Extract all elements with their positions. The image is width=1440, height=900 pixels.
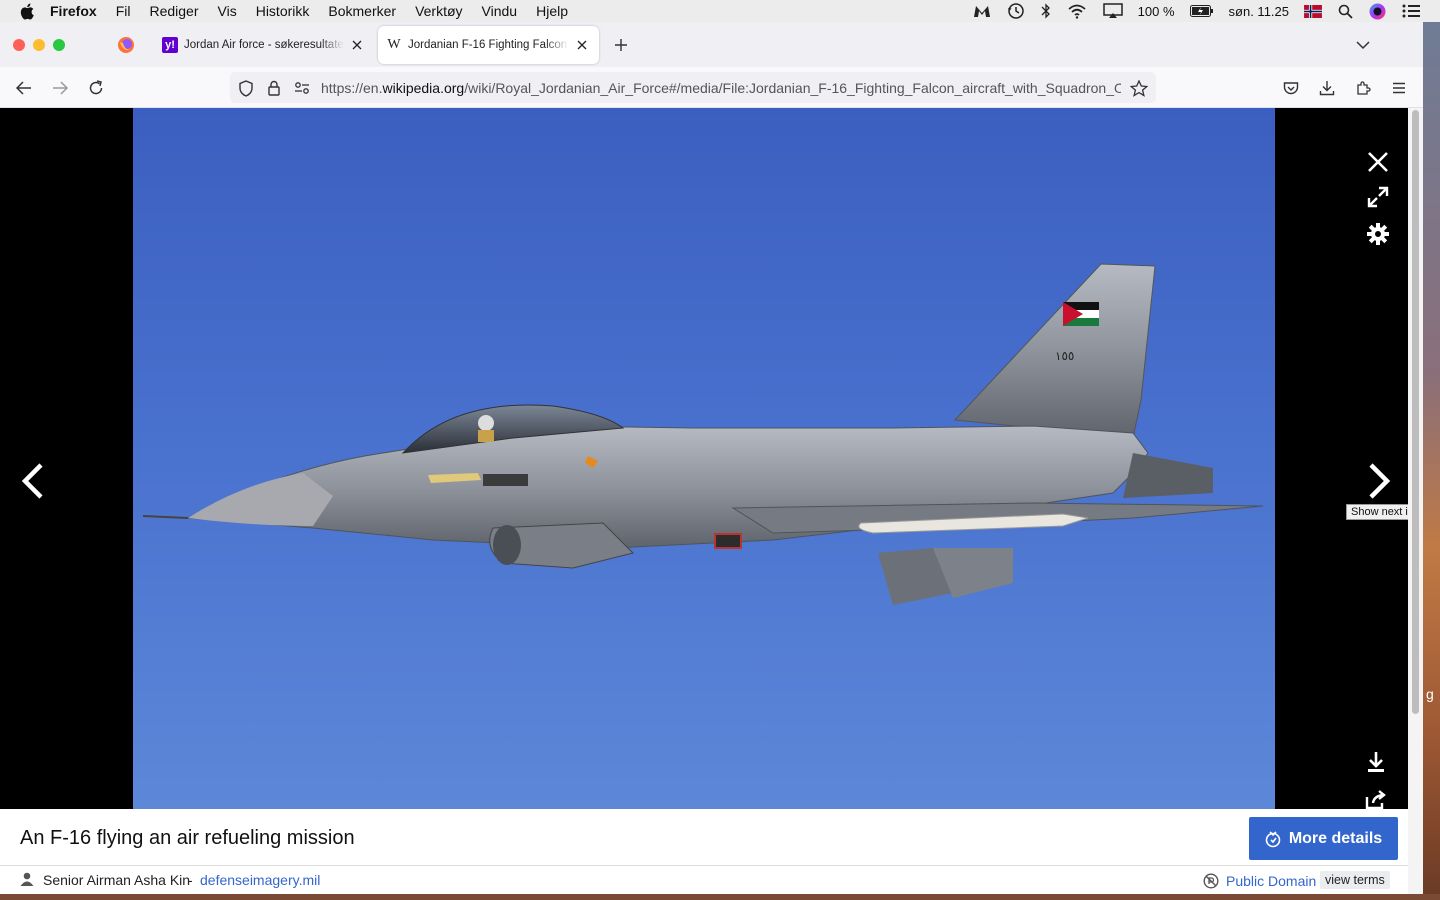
scrollbar-thumb[interactable]: [1412, 110, 1419, 714]
menubar-clock[interactable]: søn. 11.25: [1229, 4, 1289, 19]
permissions-icon[interactable]: [293, 79, 311, 97]
new-tab-button[interactable]: [610, 34, 632, 56]
close-tab-icon[interactable]: [350, 38, 364, 52]
scrollbar[interactable]: [1408, 108, 1423, 894]
bookmark-star-icon[interactable]: [1130, 79, 1148, 97]
norwegian-flag-icon[interactable]: [1304, 4, 1322, 18]
siri-icon[interactable]: [1369, 3, 1386, 20]
fullscreen-icon[interactable]: [1364, 183, 1392, 211]
apple-icon[interactable]: [18, 2, 36, 20]
jordan-flag-icon: [1063, 302, 1099, 326]
download-image-icon[interactable]: [1362, 748, 1390, 776]
browser-window: y! Jordan Air force - søkeresultater W J…: [0, 22, 1423, 894]
battery-percent: 100 %: [1137, 3, 1175, 19]
menu-file[interactable]: Fil: [116, 3, 131, 19]
downloads-icon[interactable]: [1316, 77, 1338, 99]
caption-bar: An F-16 flying an air refueling mission …: [0, 809, 1408, 866]
menu-window[interactable]: Vindu: [482, 3, 518, 19]
menu-bookmarks[interactable]: Bokmerker: [328, 3, 396, 19]
tail-number: ١٥٥: [1055, 349, 1074, 363]
navigation-toolbar: https://en.wikipedia.org/wiki/Royal_Jord…: [0, 67, 1423, 108]
tab-wikipedia[interactable]: W Jordanian F-16 Fighting Falcon aircraf…: [378, 26, 599, 64]
previous-image-button[interactable]: [12, 458, 52, 504]
image-caption: An F-16 flying an air refueling mission: [20, 827, 355, 849]
public-domain-icon: [1203, 873, 1219, 892]
user-icon: [20, 872, 34, 889]
yahoo-favicon-text: y!: [165, 39, 175, 51]
url-path: /wiki/Royal_Jordanian_Air_Force#/media/F…: [464, 80, 1121, 96]
more-details-button[interactable]: More details: [1249, 817, 1398, 860]
more-details-label: More details: [1288, 829, 1383, 847]
close-tab-icon[interactable]: [575, 38, 589, 52]
forward-button[interactable]: [49, 77, 71, 99]
url-text[interactable]: https://en.wikipedia.org/wiki/Royal_Jord…: [321, 80, 1121, 96]
time-machine-icon[interactable]: [1007, 2, 1025, 20]
list-all-tabs-button[interactable]: [1352, 34, 1374, 56]
media-viewer: ١٥٥ Show next image An F-16 flying an ai…: [0, 108, 1423, 894]
menu-help[interactable]: Hjelp: [536, 3, 568, 19]
wifi-icon[interactable]: [1067, 4, 1087, 19]
minimize-window-button[interactable]: [33, 39, 45, 51]
hamburger-menu-icon[interactable]: [1388, 77, 1410, 99]
yahoo-favicon-icon: y!: [162, 37, 178, 53]
tracking-protection-icon[interactable]: [237, 79, 255, 97]
author-separator: -: [188, 872, 193, 888]
author-name: Senior Airman Asha Kin: [43, 872, 191, 888]
spotlight-search-icon[interactable]: [1338, 4, 1353, 19]
close-viewer-icon[interactable]: [1364, 148, 1392, 176]
tab-label: Jordanian F-16 Fighting Falcon aircraft: [408, 39, 569, 51]
license-link[interactable]: Public Domain: [1226, 873, 1316, 889]
bluetooth-icon[interactable]: [1041, 3, 1051, 19]
menu-history[interactable]: Historikk: [256, 3, 310, 19]
settings-gear-icon[interactable]: [1364, 220, 1392, 248]
menu-edit[interactable]: Rediger: [149, 3, 198, 19]
lock-icon[interactable]: [265, 79, 283, 97]
media-info-icon: [1265, 830, 1281, 848]
tab-label: Jordan Air force - søkeresultater: [184, 39, 344, 51]
tab-bar: y! Jordan Air force - søkeresultater W J…: [0, 22, 1423, 67]
url-prefix: https://en.: [321, 80, 383, 96]
reload-button[interactable]: [85, 77, 107, 99]
airplay-icon[interactable]: [1102, 3, 1123, 19]
menu-tools[interactable]: Verktøy: [415, 3, 462, 19]
menu-app-name[interactable]: Firefox: [50, 3, 97, 19]
menu-view[interactable]: Vis: [218, 3, 237, 19]
url-bar[interactable]: https://en.wikipedia.org/wiki/Royal_Jord…: [230, 72, 1156, 103]
malwarebytes-icon[interactable]: [973, 4, 991, 18]
firefox-view-icon[interactable]: [115, 34, 137, 56]
source-link[interactable]: defenseimagery.mil: [200, 872, 320, 888]
close-window-button[interactable]: [13, 39, 25, 51]
next-image-button[interactable]: [1360, 458, 1400, 504]
zoom-window-button[interactable]: [53, 39, 65, 51]
f16-aircraft-photo: ١٥٥: [142, 263, 1264, 605]
desktop-edge-text: g: [1426, 686, 1434, 702]
pocket-icon[interactable]: [1280, 77, 1302, 99]
menu-bar: Firefox Fil Rediger Vis Historikk Bokmer…: [0, 0, 1440, 22]
desktop-wallpaper: g: [1422, 22, 1440, 900]
attribution-bar: Senior Airman Asha Kin - defenseimagery.…: [0, 866, 1408, 894]
desktop-wallpaper-bottom: [0, 894, 1440, 900]
battery-icon[interactable]: [1189, 5, 1214, 17]
media-image[interactable]: ١٥٥: [133, 108, 1275, 809]
url-domain: wikipedia.org: [382, 80, 465, 96]
tab-search-results[interactable]: y! Jordan Air force - søkeresultater: [154, 26, 374, 64]
control-center-icon[interactable]: [1402, 4, 1420, 18]
wikipedia-favicon-icon: W: [386, 37, 402, 53]
back-button[interactable]: [13, 77, 35, 99]
wikipedia-favicon-text: W: [387, 37, 401, 52]
view-terms-button[interactable]: view terms: [1320, 871, 1390, 889]
extensions-icon[interactable]: [1352, 77, 1374, 99]
